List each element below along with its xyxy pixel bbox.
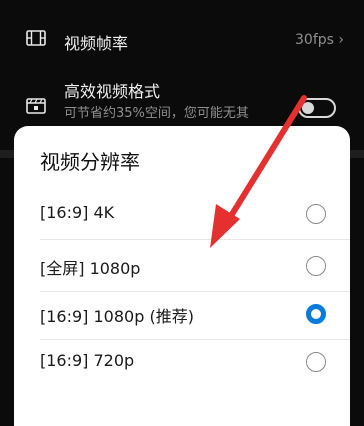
toggle-knob (302, 102, 314, 114)
film-icon (26, 30, 46, 46)
radio-button[interactable] (306, 204, 326, 224)
video-format-icon (26, 98, 46, 114)
option-label: [全屏] 1080p (40, 259, 141, 278)
efficient-format-subtitle: 可节省约35%空间，您可能无其 (64, 106, 249, 121)
option-4k[interactable]: [16:9] 4K (14, 188, 350, 240)
efficient-format-toggle[interactable] (298, 98, 336, 118)
frame-rate-label: 视频帧率 (64, 34, 129, 53)
efficient-format-row: 高效视频格式 可节省约35%空间，您可能无其 (0, 74, 364, 124)
frame-rate-value: 30fps › (295, 32, 344, 48)
option-label: [16:9] 1080p (推荐) (40, 307, 194, 326)
option-fullscreen-1080p[interactable]: [全屏] 1080p (14, 240, 350, 292)
radio-button[interactable] (306, 352, 326, 372)
option-1080p-recommended[interactable]: [16:9] 1080p (推荐) (14, 288, 350, 340)
option-720p[interactable]: [16:9] 720p (14, 336, 350, 388)
resolution-dialog: 视频分辨率 [16:9] 4K [全屏] 1080p [16:9] 1080p … (14, 126, 350, 426)
radio-button-selected[interactable] (306, 304, 326, 324)
radio-button[interactable] (306, 256, 326, 276)
dialog-title: 视频分辨率 (40, 150, 140, 174)
frame-rate-row[interactable]: 视频帧率 30fps › (0, 22, 364, 58)
option-label: [16:9] 720p (40, 351, 135, 370)
efficient-format-label: 高效视频格式 (64, 82, 161, 101)
option-label: [16:9] 4K (40, 203, 115, 222)
